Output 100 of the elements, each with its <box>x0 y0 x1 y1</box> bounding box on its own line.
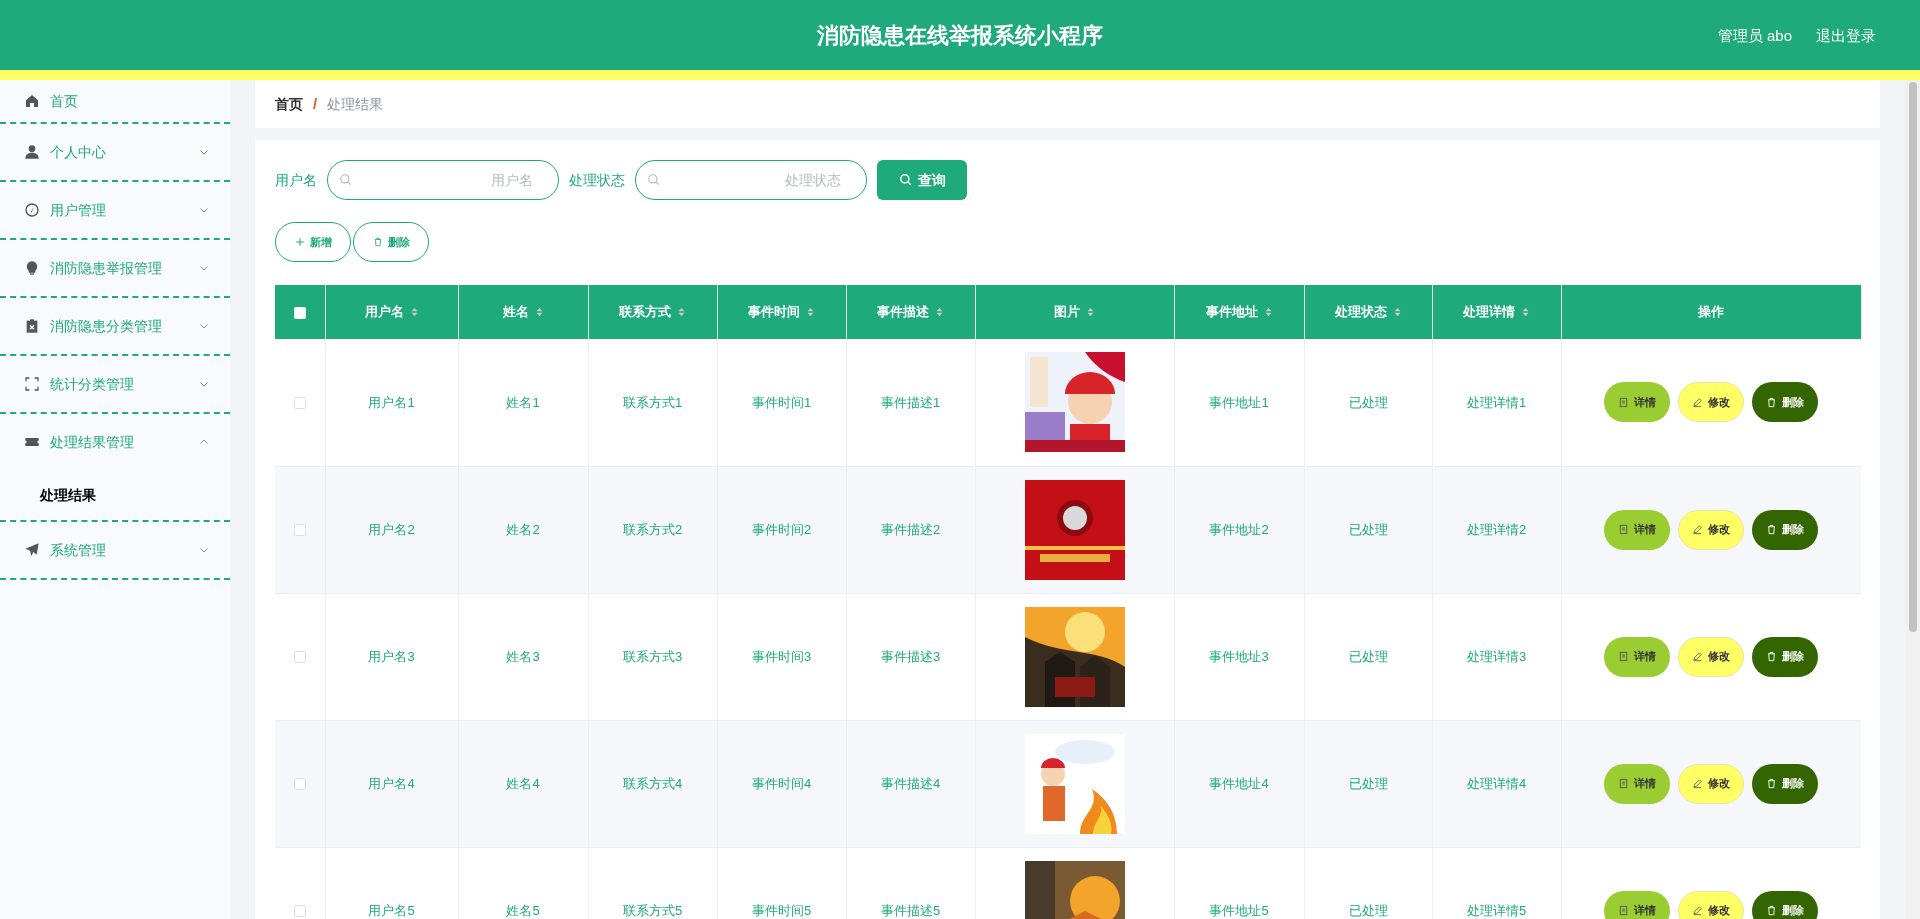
table-cell: 用户名1 <box>325 339 458 466</box>
table-cell: 用户名2 <box>325 466 458 593</box>
table-cell: 处理详情2 <box>1432 466 1561 593</box>
table-cell: 用户名4 <box>325 720 458 847</box>
sidebar-item[interactable]: 首页 <box>0 80 230 122</box>
frame-icon <box>24 376 40 392</box>
table-cell: 姓名5 <box>458 847 588 919</box>
table-cell: 事件时间2 <box>717 466 846 593</box>
table-cell: 用户名3 <box>325 593 458 720</box>
detail-button[interactable]: 详情 <box>1604 763 1671 804</box>
row-checkbox[interactable] <box>293 397 306 409</box>
app-title: 消防隐患在线举报系统小程序 <box>817 21 1103 50</box>
field-label: 处理状态 <box>569 170 625 190</box>
delete-button[interactable]: 删除 <box>1752 636 1819 677</box>
sidebar-item[interactable]: 统计分类管理 <box>0 356 230 412</box>
table-cell: 事件地址4 <box>1174 720 1304 847</box>
table-cell: 事件描述2 <box>846 466 975 593</box>
search-field[interactable]: 处理状态 <box>635 160 867 200</box>
sidebar-item[interactable]: 消防隐患举报管理 <box>0 240 230 296</box>
trash-icon <box>1766 396 1778 408</box>
scrollbar-thumb[interactable] <box>1908 82 1917 632</box>
edit-button[interactable]: 修改 <box>1678 890 1745 919</box>
table-cell: 处理详情5 <box>1432 847 1561 919</box>
table-cell: 事件地址3 <box>1174 593 1304 720</box>
detail-button[interactable]: 详情 <box>1604 890 1671 919</box>
edit-button[interactable]: 修改 <box>1678 509 1745 550</box>
row-checkbox[interactable] <box>293 524 306 537</box>
delete-button[interactable]: 删除 <box>1752 763 1819 804</box>
admin-name: 管理员 abo <box>1717 26 1792 46</box>
table-cell: 处理详情3 <box>1432 593 1561 720</box>
delete-button[interactable]: 删除 <box>1752 382 1819 423</box>
select-all-checkbox[interactable] <box>293 306 306 319</box>
document-icon <box>1618 778 1630 789</box>
sidebar-item[interactable]: 处理结果管理 <box>0 414 230 470</box>
table-cell: 已处理 <box>1304 593 1432 720</box>
table-cell: 处理详情4 <box>1432 720 1561 847</box>
edit-button[interactable]: 修改 <box>1678 636 1745 677</box>
table-cell: 姓名4 <box>458 720 588 847</box>
logout-link[interactable]: 退出登录 <box>1816 25 1876 48</box>
delete-button[interactable]: 删除 <box>353 222 429 262</box>
sidebar-item[interactable]: 个人中心 <box>0 124 230 180</box>
bulb-icon <box>24 260 40 276</box>
query-button[interactable]: 查询 <box>877 160 967 200</box>
pencil-icon <box>1692 651 1704 662</box>
compass-icon <box>24 202 40 218</box>
table-cell: 事件地址1 <box>1174 339 1304 466</box>
sidebar-item[interactable]: 用户管理 <box>0 182 230 238</box>
delete-button[interactable]: 删除 <box>1752 509 1819 550</box>
table-cell: 姓名3 <box>458 593 588 720</box>
pencil-icon <box>1692 778 1704 789</box>
table-cell: 联系方式5 <box>588 847 717 919</box>
breadcrumb-separator: / <box>313 93 318 114</box>
trash-icon <box>1766 905 1778 916</box>
pencil-icon <box>1692 524 1704 535</box>
send-icon <box>24 542 40 558</box>
scrollbar[interactable] <box>1905 80 1920 919</box>
table-cell: 事件时间5 <box>717 847 846 919</box>
trash-icon <box>372 237 383 247</box>
edit-button[interactable]: 修改 <box>1678 382 1745 423</box>
row-checkbox[interactable] <box>293 905 306 918</box>
table-cell: 事件描述5 <box>846 847 975 919</box>
document-icon <box>1618 524 1630 535</box>
table-cell: 事件描述3 <box>846 593 975 720</box>
table-cell: 联系方式2 <box>588 466 717 593</box>
document-icon <box>1618 651 1630 662</box>
trash-icon <box>1766 778 1778 789</box>
row-checkbox[interactable] <box>293 651 306 664</box>
search-field[interactable]: 用户名 <box>327 160 559 200</box>
add-button[interactable]: 新增 <box>275 222 351 262</box>
document-icon <box>1618 396 1630 408</box>
trash-icon <box>1766 524 1778 535</box>
clipboard-icon <box>24 318 40 334</box>
table-cell: 事件描述4 <box>846 720 975 847</box>
row-checkbox[interactable] <box>293 778 306 791</box>
sidebar-subitem[interactable]: 处理结果 <box>0 470 230 520</box>
table-cell: 事件地址5 <box>1174 847 1304 919</box>
table-cell: 联系方式3 <box>588 593 717 720</box>
detail-button[interactable]: 详情 <box>1604 382 1671 423</box>
table-cell: 已处理 <box>1304 720 1432 847</box>
search-icon <box>898 173 913 187</box>
field-label: 用户名 <box>275 170 317 190</box>
table-cell: 事件时间3 <box>717 593 846 720</box>
table-cell: 处理详情1 <box>1432 339 1561 466</box>
table-cell: 姓名2 <box>458 466 588 593</box>
table-cell: 联系方式1 <box>588 339 717 466</box>
table-cell: 事件时间4 <box>717 720 846 847</box>
sidebar-item[interactable]: 系统管理 <box>0 522 230 578</box>
breadcrumb-item[interactable]: 首页 <box>275 93 303 115</box>
table-cell: 已处理 <box>1304 339 1432 466</box>
delete-button[interactable]: 删除 <box>1752 890 1819 919</box>
sidebar-item[interactable]: 消防隐患分类管理 <box>0 298 230 354</box>
table-cell: 已处理 <box>1304 847 1432 919</box>
table-cell: 事件描述1 <box>846 339 975 466</box>
document-icon <box>1618 905 1630 916</box>
table-cell: 联系方式4 <box>588 720 717 847</box>
pencil-icon <box>1692 396 1704 408</box>
detail-button[interactable]: 详情 <box>1604 636 1671 677</box>
detail-button[interactable]: 详情 <box>1604 509 1671 550</box>
breadcrumb-item[interactable]: 处理结果 <box>327 93 384 115</box>
edit-button[interactable]: 修改 <box>1678 763 1745 804</box>
